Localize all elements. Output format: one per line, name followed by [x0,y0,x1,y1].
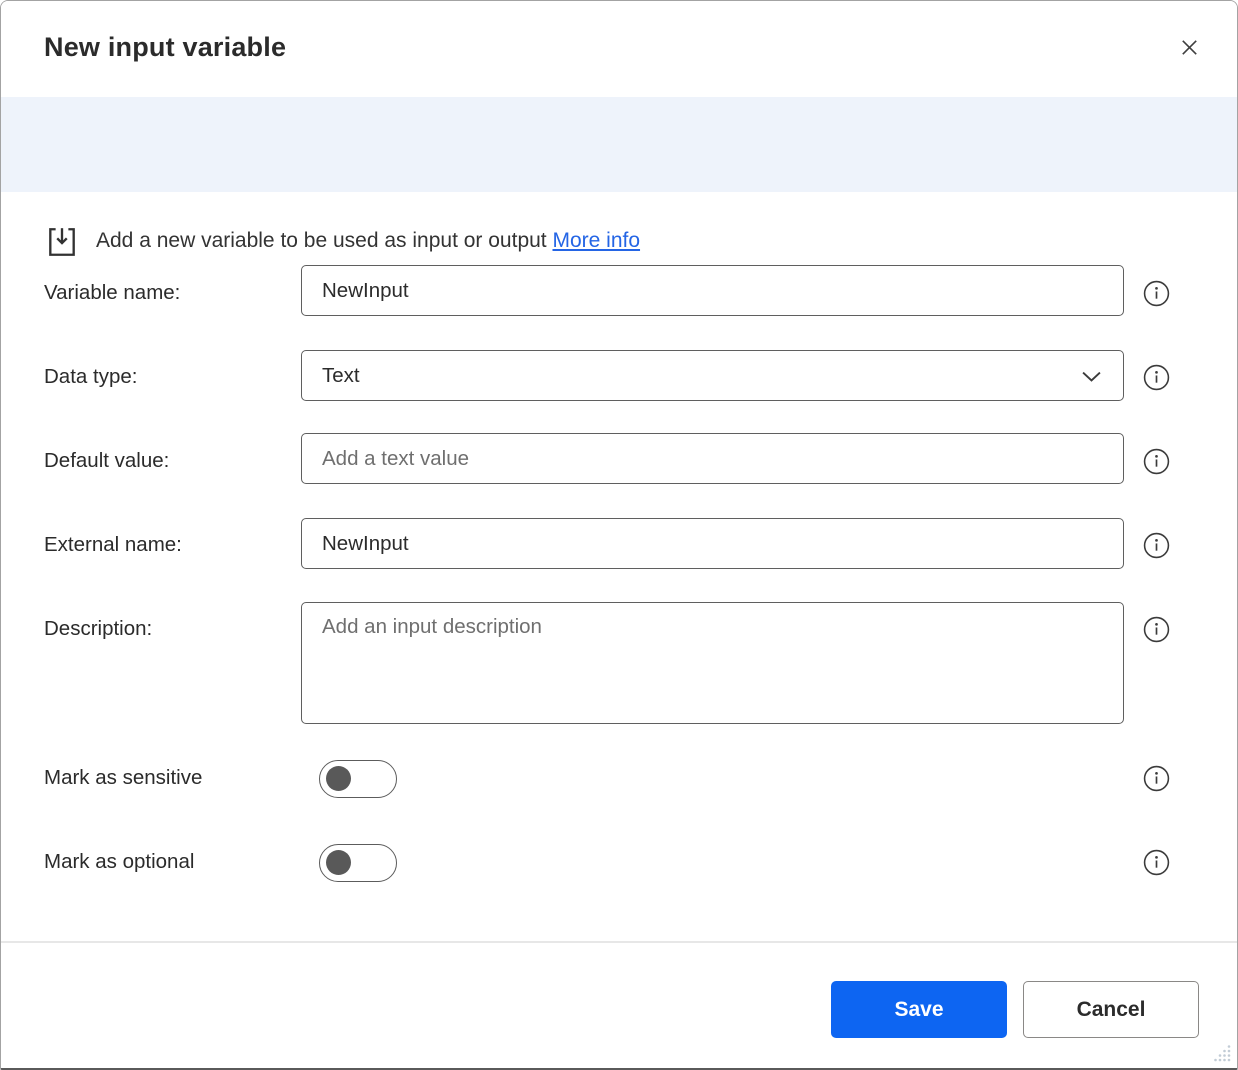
mark-sensitive-label: Mark as sensitive [44,766,202,790]
default-value-info-icon[interactable] [1143,448,1170,475]
variable-name-input[interactable] [301,265,1124,316]
dialog-title: New input variable [44,32,286,63]
variable-name-info-icon[interactable] [1143,280,1170,307]
more-info-link[interactable]: More info [552,229,640,252]
save-button[interactable]: Save [831,981,1007,1038]
default-value-input[interactable] [301,433,1124,484]
banner-message: Add a new variable to be used as input o… [96,229,547,252]
mark-optional-label: Mark as optional [44,850,194,874]
data-type-selected-value: Text [322,364,360,388]
external-name-info-icon[interactable] [1143,532,1170,559]
banner-text: Add a new variable to be used as input o… [96,229,640,253]
close-button[interactable] [1175,35,1203,63]
mark-optional-toggle[interactable] [319,844,397,882]
description-info-icon[interactable] [1143,616,1170,643]
toggle-knob [326,850,351,875]
mark-sensitive-toggle[interactable] [319,760,397,798]
external-name-label: External name: [44,533,182,557]
mark-optional-info-icon[interactable] [1143,849,1170,876]
mark-sensitive-info-icon[interactable] [1143,765,1170,792]
info-banner: Add a new variable to be used as input o… [1,97,1237,192]
data-type-dropdown[interactable]: Text [301,350,1124,401]
cancel-button[interactable]: Cancel [1023,981,1199,1038]
description-textarea[interactable] [301,602,1124,724]
default-value-label: Default value: [44,449,169,473]
input-variable-import-icon [45,223,79,261]
external-name-input[interactable] [301,518,1124,569]
footer-divider [1,941,1237,943]
resize-grip-icon[interactable] [1212,1043,1232,1063]
new-input-variable-dialog: New input variable Add a new variable to… [0,0,1238,1070]
description-label: Description: [44,617,152,641]
dialog-header: New input variable [1,1,1237,97]
variable-name-label: Variable name: [44,281,180,305]
toggle-knob [326,766,351,791]
data-type-label: Data type: [44,365,137,389]
close-icon [1178,36,1201,62]
data-type-info-icon[interactable] [1143,364,1170,391]
chevron-down-icon [1078,363,1105,396]
